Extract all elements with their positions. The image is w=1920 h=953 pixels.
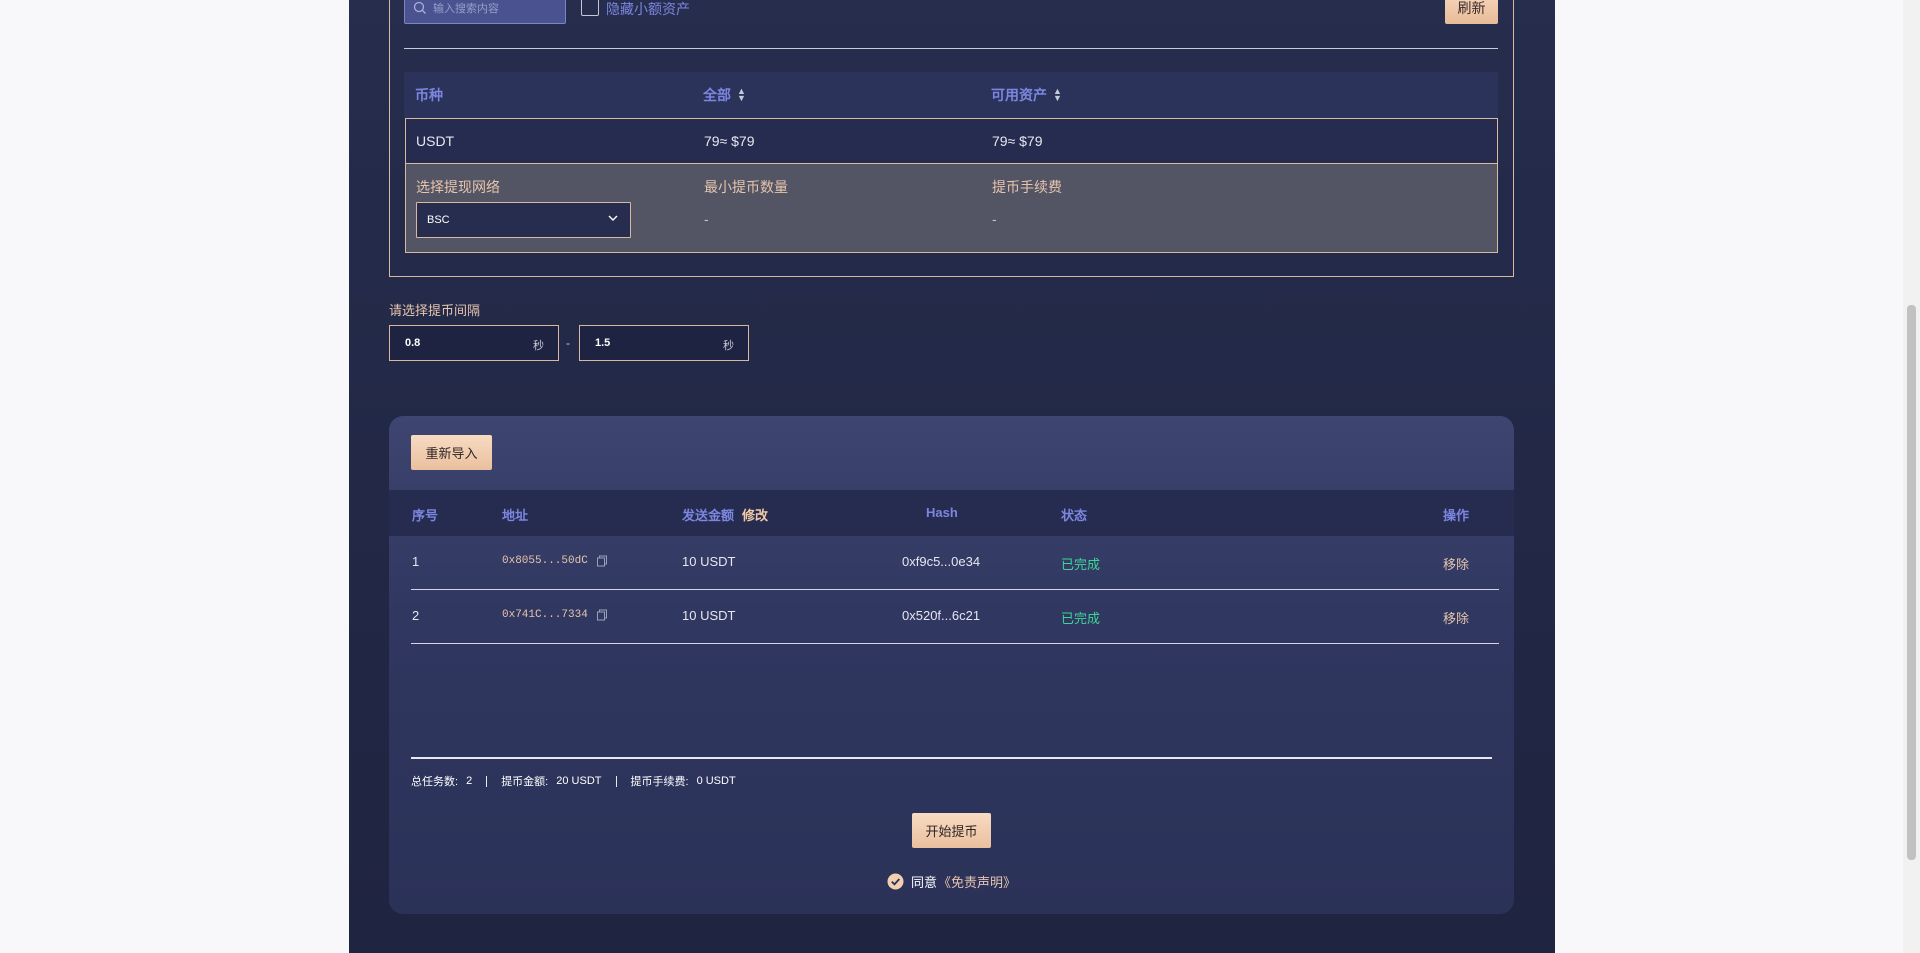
- scrollbar-thumb[interactable]: [1907, 305, 1916, 860]
- search-placeholder: 输入搜索内容: [433, 3, 499, 15]
- network-value: BSC: [427, 214, 450, 226]
- col-index: 序号: [412, 508, 439, 523]
- summary-divider: [411, 757, 1492, 759]
- row-amount: 10 USDT: [682, 608, 736, 623]
- asset-detail: 选择提现网络 BSC 最小提币数量 - 提币手续费 -: [405, 164, 1498, 253]
- interval-separator: -: [566, 336, 570, 350]
- min-amount-value: -: [704, 211, 709, 227]
- row-address-text: 0x8055...50dC: [502, 555, 588, 567]
- row-index: 1: [412, 554, 420, 569]
- row-index: 2: [412, 608, 420, 623]
- row-address: 0x741C...7334: [502, 609, 608, 621]
- asset-available: 79≈ $79: [992, 133, 1043, 149]
- copy-icon[interactable]: [596, 609, 608, 621]
- table-row: 1 0x8055...50dC 10 USDT 0xf9c5...0e34 已完…: [411, 536, 1499, 590]
- reimport-button[interactable]: 重新导入: [411, 435, 492, 470]
- divider: [404, 48, 1498, 49]
- col-address: 地址: [502, 508, 529, 523]
- col-coin: 币种: [415, 87, 443, 103]
- col-amount-group: 发送金额 修改: [682, 505, 768, 524]
- col-total-sort[interactable]: 全部 ▲ ▼: [703, 85, 746, 105]
- interval-unit: 秒: [723, 340, 734, 352]
- row-address-text: 0x741C...7334: [502, 609, 588, 621]
- asset-table-header: 币种 全部 ▲ ▼ 可用资产 ▲ ▼: [404, 72, 1498, 118]
- col-available: 可用资产: [991, 87, 1047, 103]
- search-icon: [413, 1, 426, 14]
- fee-value: -: [992, 211, 997, 227]
- total-tasks-label: 总任务数:: [411, 776, 459, 788]
- task-table-header: 序号 地址 发送金额 修改 Hash 状态 操作: [389, 490, 1514, 536]
- task-panel: 重新导入 序号 地址 发送金额 修改 Hash 状态 操作 1 0x8055...…: [389, 416, 1514, 914]
- agree-disclaimer[interactable]: 同意 《免责声明》: [887, 872, 1016, 891]
- row-hash: 0x520f...6c21: [902, 608, 981, 623]
- interval-label: 请选择提币间隔: [389, 303, 481, 318]
- sort-icon: ▲ ▼: [1053, 86, 1062, 103]
- interval-min-input[interactable]: 0.8 秒: [389, 325, 559, 361]
- col-hash: Hash: [926, 505, 958, 520]
- hide-small-label[interactable]: 隐藏小额资产: [606, 0, 690, 19]
- network-label: 选择提现网络: [416, 179, 500, 195]
- edit-amount-link[interactable]: 修改: [742, 508, 768, 523]
- start-withdraw-button[interactable]: 开始提币: [912, 813, 991, 848]
- table-row: 2 0x741C...7334 10 USDT 0x520f...6c21 已完…: [411, 590, 1499, 644]
- row-hash: 0xf9c5...0e34: [902, 554, 981, 569]
- min-amount-label: 最小提币数量: [704, 179, 788, 195]
- total-tasks-value: 2: [466, 775, 473, 787]
- row-address: 0x8055...50dC: [502, 555, 608, 567]
- search-input[interactable]: 输入搜索内容: [404, 0, 566, 24]
- row-remove-button[interactable]: 移除: [1443, 554, 1469, 573]
- hide-small-checkbox[interactable]: [581, 0, 599, 16]
- summary-separator: [486, 775, 488, 787]
- row-amount: 10 USDT: [682, 554, 736, 569]
- agree-label: 同意: [911, 875, 938, 890]
- disclaimer-link[interactable]: 《免责声明》: [938, 872, 1016, 891]
- fee-label: 提币手续费: [992, 179, 1062, 195]
- col-total: 全部: [703, 87, 731, 103]
- interval-max-input[interactable]: 1.5 秒: [579, 325, 749, 361]
- col-action: 操作: [1443, 508, 1470, 523]
- network-select[interactable]: BSC: [416, 202, 631, 238]
- total-amount-value: 20 USDT: [556, 775, 602, 787]
- col-status: 状态: [1061, 508, 1088, 523]
- check-circle-icon[interactable]: [887, 873, 904, 890]
- refresh-button[interactable]: 刷新: [1445, 0, 1498, 24]
- sort-icon: ▲ ▼: [737, 86, 746, 103]
- interval-unit: 秒: [533, 340, 544, 352]
- col-available-sort[interactable]: 可用资产 ▲ ▼: [991, 85, 1062, 105]
- asset-coin: USDT: [416, 133, 455, 149]
- asset-total: 79≈ $79: [704, 133, 755, 149]
- asset-row[interactable]: USDT 79≈ $79 79≈ $79: [405, 118, 1498, 164]
- total-fee-label: 提币手续费:: [630, 776, 689, 788]
- interval-min-value: 0.8: [405, 337, 421, 349]
- total-amount-label: 提币金额:: [501, 776, 549, 788]
- chevron-down-icon: [608, 215, 618, 221]
- row-status: 已完成: [1061, 611, 1101, 626]
- summary-separator: [615, 775, 617, 787]
- total-fee-value: 0 USDT: [696, 775, 736, 787]
- row-status: 已完成: [1061, 557, 1101, 572]
- row-remove-button[interactable]: 移除: [1443, 608, 1469, 627]
- interval-max-value: 1.5: [595, 337, 611, 349]
- task-summary: 总任务数: 2 提币金额: 20 USDT 提币手续费: 0 USDT: [411, 773, 736, 789]
- page-scrollbar[interactable]: [1903, 0, 1920, 953]
- copy-icon[interactable]: [596, 555, 608, 567]
- col-amount: 发送金额: [682, 508, 735, 523]
